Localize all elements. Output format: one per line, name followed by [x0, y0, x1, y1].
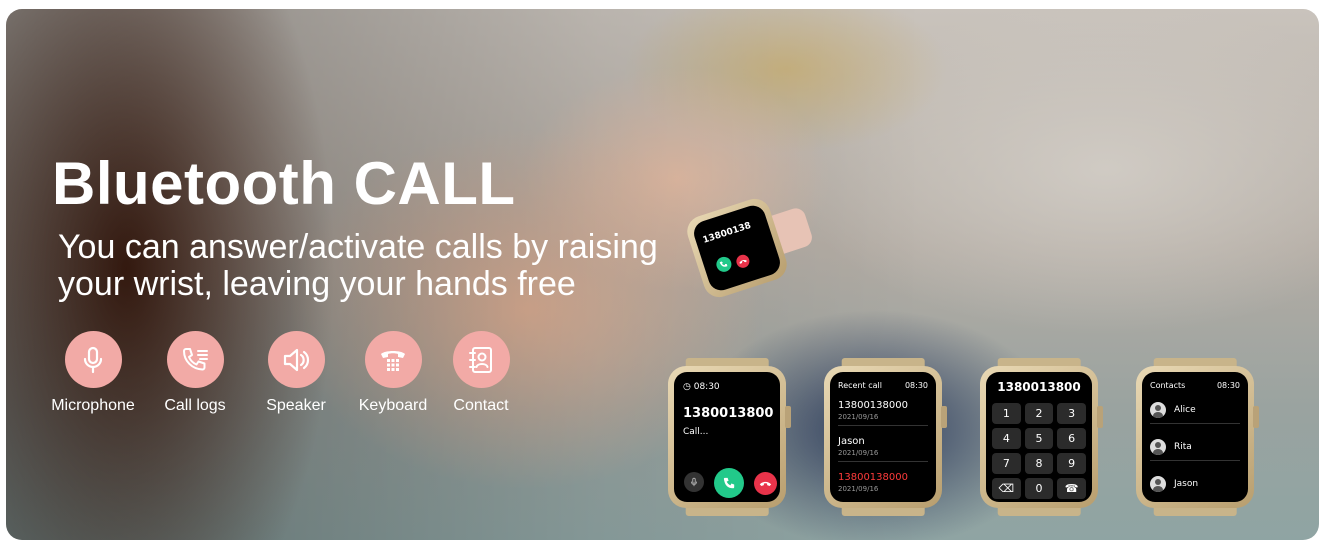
- incoming-number: 13800138: [701, 220, 753, 246]
- key-6[interactable]: 6: [1057, 428, 1086, 449]
- hero-banner: Bluetooth CALL You can answer/activate c…: [6, 9, 1319, 540]
- keypad-phone-icon: [364, 331, 422, 388]
- contact-row[interactable]: Rita: [1150, 439, 1240, 461]
- contact-row[interactable]: Alice: [1150, 402, 1240, 424]
- watch-recent-calls: Recent call 08:30 13800138000 2021/09/16…: [824, 358, 947, 516]
- key-8[interactable]: 8: [1024, 453, 1054, 474]
- banner-title: Bluetooth CALL: [52, 150, 516, 217]
- wrist-watch: 13800138: [683, 194, 815, 302]
- watch-calling: ◷ 08:30 1380013800 Call...: [668, 358, 791, 516]
- key-7[interactable]: 7: [992, 453, 1021, 474]
- call-logs-icon: [166, 331, 224, 388]
- key-3[interactable]: 3: [1057, 403, 1086, 424]
- watch-case: 13800138: [683, 194, 791, 302]
- caller-name: Jason: [838, 436, 865, 447]
- watch-keypad: 1380013800 1 2 3 4 5 6 7 8 9 ⌫ 0 ☎: [980, 358, 1103, 516]
- call-status: Call...: [683, 427, 709, 437]
- watch-crown: [785, 406, 791, 428]
- key-0[interactable]: 0: [1024, 478, 1054, 499]
- watch-screen: Contacts 08:30 Alice Rita Jason: [1142, 372, 1248, 502]
- watch-case: Recent call 08:30 13800138000 2021/09/16…: [824, 366, 947, 508]
- phone-answer-icon: [714, 254, 734, 274]
- key-1[interactable]: 1: [992, 403, 1021, 424]
- microphone-icon: [64, 331, 122, 388]
- keypad-grid: 1 2 3 4 5 6 7 8 9 ⌫ 0 ☎: [992, 403, 1086, 499]
- watch-time: ◷ 08:30: [683, 382, 720, 392]
- missed-caller-name: 13800138000: [838, 472, 908, 483]
- contact-name: Alice: [1174, 405, 1196, 415]
- contact-name: Rita: [1174, 442, 1192, 452]
- call-date: 2021/09/16: [838, 449, 879, 457]
- key-9[interactable]: 9: [1057, 453, 1086, 474]
- watch-time: 08:30: [1216, 381, 1240, 390]
- contact-row[interactable]: Jason: [1150, 476, 1240, 497]
- recent-call-row[interactable]: 13800138000 2021/09/16: [838, 472, 928, 497]
- watch-crown: [941, 406, 947, 428]
- phone-hangup-icon: [734, 253, 752, 270]
- watch-time: 08:30: [904, 381, 928, 390]
- contact-book-icon: [452, 331, 510, 388]
- screen-title: Contacts: [1150, 381, 1186, 390]
- watch-crown: [1253, 406, 1259, 428]
- watch-screen: ◷ 08:30 1380013800 Call...: [674, 372, 780, 502]
- watch-contacts: Contacts 08:30 Alice Rita Jason: [1136, 358, 1259, 516]
- hang-up-button[interactable]: [754, 472, 777, 495]
- watch-case: 1380013800 1 2 3 4 5 6 7 8 9 ⌫ 0 ☎: [980, 366, 1103, 508]
- key-2[interactable]: 2: [1024, 403, 1054, 424]
- feature-contact: Contact: [421, 331, 541, 415]
- call-date: 2021/09/16: [838, 413, 879, 421]
- key-5[interactable]: 5: [1024, 428, 1054, 449]
- calling-number: 1380013800: [683, 406, 774, 421]
- backspace-icon[interactable]: ⌫: [992, 478, 1021, 499]
- watch-screen: 1380013800 1 2 3 4 5 6 7 8 9 ⌫ 0 ☎: [986, 372, 1092, 502]
- watch-crown: [1097, 406, 1103, 428]
- recent-call-row[interactable]: Jason 2021/09/16: [838, 436, 928, 462]
- recent-call-row[interactable]: 13800138000 2021/09/16: [838, 400, 928, 426]
- screen-title: Recent call: [838, 381, 882, 390]
- contact-name: Jason: [1174, 479, 1199, 489]
- avatar-icon: [1150, 476, 1166, 492]
- watch-case: ◷ 08:30 1380013800 Call...: [668, 366, 791, 508]
- banner-subtitle: You can answer/activate calls by raising…: [58, 228, 658, 303]
- feature-label: Contact: [453, 397, 509, 414]
- answer-call-button[interactable]: [714, 468, 744, 498]
- call-date: 2021/09/16: [838, 485, 879, 493]
- dialed-number: 1380013800: [997, 380, 1081, 394]
- dial-phone-icon[interactable]: ☎: [1057, 478, 1086, 499]
- speaker-icon: [267, 331, 325, 388]
- key-4[interactable]: 4: [992, 428, 1021, 449]
- caller-name: 13800138000: [838, 400, 908, 411]
- watch-case: Contacts 08:30 Alice Rita Jason: [1136, 366, 1259, 508]
- avatar-icon: [1150, 402, 1166, 418]
- watch-screen: Recent call 08:30 13800138000 2021/09/16…: [830, 372, 936, 502]
- watch-screen: 13800138: [690, 202, 784, 294]
- avatar-icon: [1150, 439, 1166, 455]
- mute-microphone-button[interactable]: [684, 472, 704, 492]
